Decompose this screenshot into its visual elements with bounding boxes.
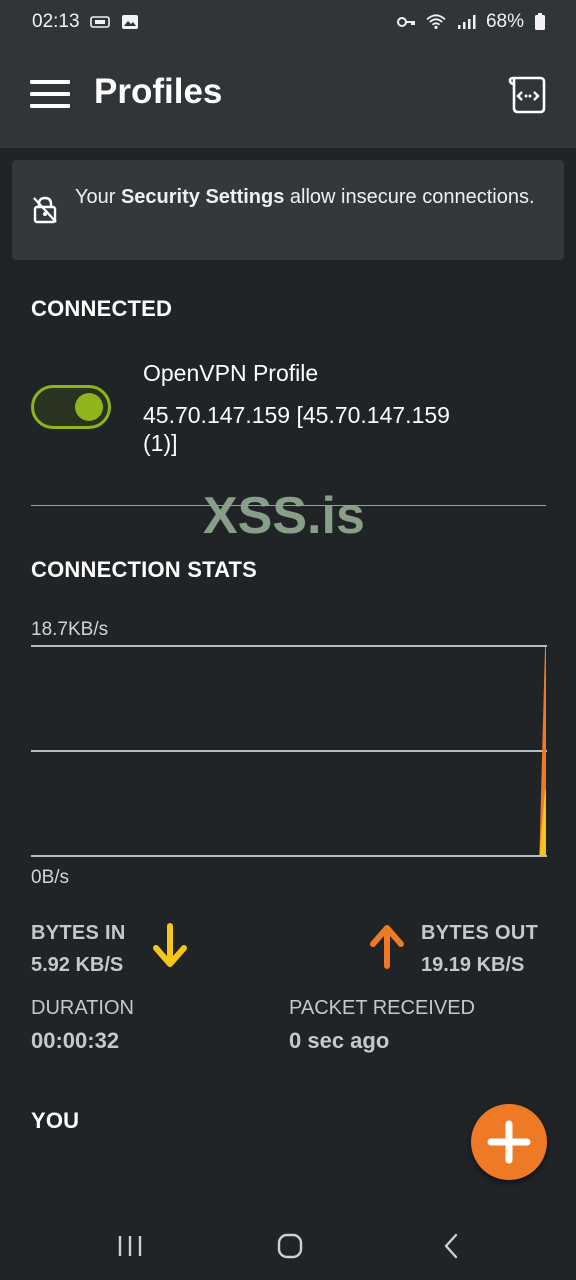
connected-heading: CONNECTED [31,296,173,321]
status-time: 02:13 [32,11,80,32]
security-banner[interactable]: Your Security Settings allow insecure co… [12,160,564,260]
battery-percent: 68% [485,11,524,32]
battery-icon [535,13,545,30]
duration-label: DURATION [31,997,134,1019]
connection-stats-chart [31,645,547,857]
download-arrow-icon [153,923,187,967]
image-icon [121,15,138,29]
insecure-lock-icon [33,196,57,224]
watermark: XSS.is [203,487,365,545]
back-icon[interactable] [437,1232,467,1260]
profile-server[interactable]: 45.70.147.159 [45.70.147.159 (1)] [143,401,483,457]
signal-icon [457,15,476,29]
system-nav-bar [0,1210,576,1280]
packet-received-label: PACKET RECEIVED [289,997,475,1019]
sim-card-icon [89,16,110,28]
banner-text: Your Security Settings allow insecure co… [75,184,545,210]
bytes-out-label: BYTES OUT [421,922,539,944]
profile-toggle[interactable] [31,385,111,429]
wifi-icon [426,14,446,29]
security-settings-link[interactable]: Security Settings [121,186,284,208]
status-bar: 02:13 68% [0,0,576,44]
banner-text-suffix: allow insecure connections. [284,186,535,208]
hamburger-menu-icon[interactable] [30,80,70,108]
you-heading: YOU [31,1108,80,1133]
recent-apps-icon[interactable] [115,1232,145,1260]
bytes-in-label: BYTES IN [31,922,126,944]
bytes-in-value: 5.92 KB/S [31,954,124,976]
key-icon [396,17,415,27]
connection-stats-heading: CONNECTION STATS [31,557,258,582]
y-axis-min-label: 0B/s [31,867,70,888]
packet-received-value: 0 sec ago [289,1028,390,1053]
duration-value: 00:00:32 [31,1028,120,1053]
banner-text-prefix: Your [75,186,121,208]
home-icon[interactable] [275,1232,305,1260]
import-profile-icon[interactable] [506,72,550,116]
page-title: Profiles [94,72,223,111]
upload-arrow-icon [370,925,404,969]
add-profile-button[interactable] [471,1104,547,1180]
toggle-knob [75,393,103,421]
app-bar: Profiles [0,44,576,148]
plus-icon [487,1120,531,1164]
bytes-out-value: 19.19 KB/S [421,954,525,976]
profile-name[interactable]: OpenVPN Profile [143,360,318,387]
y-axis-max-label: 18.7KB/s [31,619,109,640]
